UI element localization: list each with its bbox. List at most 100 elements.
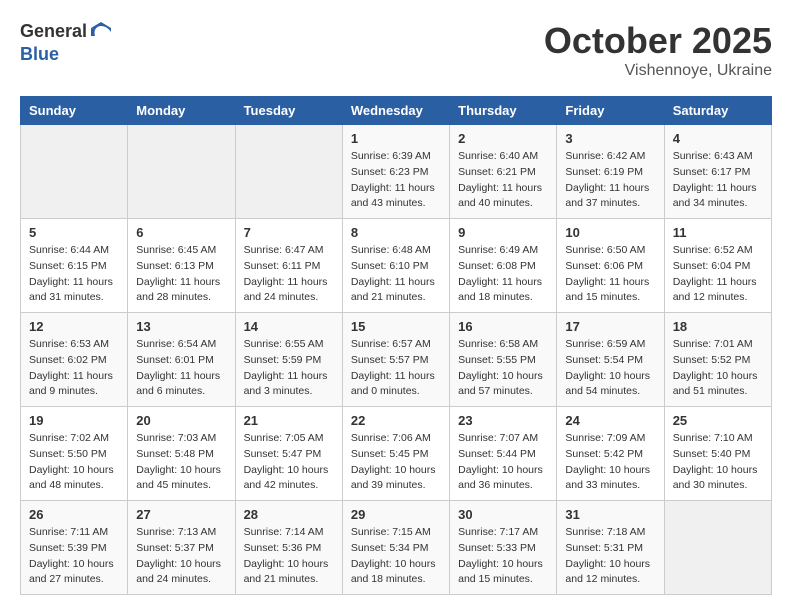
day-info: Sunrise: 6:43 AM Sunset: 6:17 PM Dayligh… [673, 149, 763, 212]
day-info: Sunrise: 7:10 AM Sunset: 5:40 PM Dayligh… [673, 431, 763, 494]
calendar-day-cell: 29Sunrise: 7:15 AM Sunset: 5:34 PM Dayli… [342, 501, 449, 595]
day-info: Sunrise: 7:07 AM Sunset: 5:44 PM Dayligh… [458, 431, 548, 494]
calendar-weekday-header: Monday [128, 97, 235, 125]
day-number: 23 [458, 413, 548, 428]
day-number: 31 [565, 507, 655, 522]
day-number: 8 [351, 225, 441, 240]
calendar-day-cell: 15 Sunrise: 6:57 AM Sunset: 5:57 PM Dayli… [342, 313, 449, 407]
day-info: Sunrise: 6:53 AM Sunset: 6:02 PM Dayligh… [29, 337, 119, 400]
day-info: Sunrise: 7:18 AM Sunset: 5:31 PM Dayligh… [565, 525, 655, 588]
day-number: 16 [458, 319, 548, 334]
calendar-week-row: 1Sunrise: 6:39 AM Sunset: 6:23 PM Daylig… [21, 125, 772, 219]
day-number: 12 [29, 319, 119, 334]
logo-icon [89, 20, 113, 44]
calendar-week-row: 26 Sunrise: 7:11 AM Sunset: 5:39 PM Dayli… [21, 501, 772, 595]
day-number: 17 [565, 319, 655, 334]
day-info: Sunrise: 7:15 AM Sunset: 5:34 PM Dayligh… [351, 525, 441, 588]
calendar-day-cell: 18 Sunrise: 7:01 AM Sunset: 5:52 PM Dayli… [664, 313, 771, 407]
day-number: 11 [673, 225, 763, 240]
day-number: 15 [351, 319, 441, 334]
day-number: 18 [673, 319, 763, 334]
calendar-day-cell: 2 Sunrise: 6:40 AM Sunset: 6:21 PM Daylig… [450, 125, 557, 219]
day-info: Sunrise: 7:13 AM Sunset: 5:37 PM Dayligh… [136, 525, 226, 588]
day-number: 10 [565, 225, 655, 240]
day-info: Sunrise: 7:02 AM Sunset: 5:50 PM Dayligh… [29, 431, 119, 494]
calendar-day-cell: 22Sunrise: 7:06 AM Sunset: 5:45 PM Dayli… [342, 407, 449, 501]
day-info: Sunrise: 6:45 AM Sunset: 6:13 PM Dayligh… [136, 243, 226, 306]
day-info: Sunrise: 7:05 AM Sunset: 5:47 PM Dayligh… [244, 431, 334, 494]
logo: General Blue [20, 20, 113, 66]
calendar-day-cell [235, 125, 342, 219]
day-info: Sunrise: 6:49 AM Sunset: 6:08 PM Dayligh… [458, 243, 548, 306]
calendar-day-cell: 28Sunrise: 7:14 AM Sunset: 5:36 PM Dayli… [235, 501, 342, 595]
calendar-day-cell: 17 Sunrise: 6:59 AM Sunset: 5:54 PM Dayli… [557, 313, 664, 407]
day-info: Sunrise: 7:06 AM Sunset: 5:45 PM Dayligh… [351, 431, 441, 494]
logo-general-text: General [20, 21, 87, 43]
day-number: 27 [136, 507, 226, 522]
calendar-day-cell: 1Sunrise: 6:39 AM Sunset: 6:23 PM Daylig… [342, 125, 449, 219]
calendar-weekday-header: Friday [557, 97, 664, 125]
calendar-week-row: 12 Sunrise: 6:53 AM Sunset: 6:02 PM Dayli… [21, 313, 772, 407]
day-number: 9 [458, 225, 548, 240]
calendar-day-cell: 21 Sunrise: 7:05 AM Sunset: 5:47 PM Dayli… [235, 407, 342, 501]
day-number: 5 [29, 225, 119, 240]
day-info: Sunrise: 7:01 AM Sunset: 5:52 PM Dayligh… [673, 337, 763, 400]
calendar-day-cell: 26 Sunrise: 7:11 AM Sunset: 5:39 PM Dayli… [21, 501, 128, 595]
calendar-weekday-header: Saturday [664, 97, 771, 125]
calendar-day-cell: 10 Sunrise: 6:50 AM Sunset: 6:06 PM Dayli… [557, 219, 664, 313]
calendar-day-cell: 6 Sunrise: 6:45 AM Sunset: 6:13 PM Daylig… [128, 219, 235, 313]
calendar-day-cell: 13 Sunrise: 6:54 AM Sunset: 6:01 PM Dayli… [128, 313, 235, 407]
calendar-week-row: 19 Sunrise: 7:02 AM Sunset: 5:50 PM Dayli… [21, 407, 772, 501]
day-number: 3 [565, 131, 655, 146]
day-number: 13 [136, 319, 226, 334]
calendar-day-cell: 23 Sunrise: 7:07 AM Sunset: 5:44 PM Dayli… [450, 407, 557, 501]
logo-blue-text: Blue [20, 44, 113, 66]
calendar-day-cell: 12 Sunrise: 6:53 AM Sunset: 6:02 PM Dayli… [21, 313, 128, 407]
calendar-day-cell [664, 501, 771, 595]
day-info: Sunrise: 6:58 AM Sunset: 5:55 PM Dayligh… [458, 337, 548, 400]
day-number: 6 [136, 225, 226, 240]
day-number: 19 [29, 413, 119, 428]
calendar-weekday-header: Tuesday [235, 97, 342, 125]
title-section: October 2025 Vishennoye, Ukraine [544, 20, 772, 80]
day-info: Sunrise: 7:09 AM Sunset: 5:42 PM Dayligh… [565, 431, 655, 494]
day-info: Sunrise: 6:50 AM Sunset: 6:06 PM Dayligh… [565, 243, 655, 306]
calendar-day-cell: 4 Sunrise: 6:43 AM Sunset: 6:17 PM Daylig… [664, 125, 771, 219]
calendar-weekday-header: Thursday [450, 97, 557, 125]
day-number: 21 [244, 413, 334, 428]
day-number: 14 [244, 319, 334, 334]
day-info: Sunrise: 7:17 AM Sunset: 5:33 PM Dayligh… [458, 525, 548, 588]
calendar-day-cell: 7Sunrise: 6:47 AM Sunset: 6:11 PM Daylig… [235, 219, 342, 313]
day-number: 4 [673, 131, 763, 146]
day-info: Sunrise: 6:47 AM Sunset: 6:11 PM Dayligh… [244, 243, 334, 306]
day-info: Sunrise: 6:54 AM Sunset: 6:01 PM Dayligh… [136, 337, 226, 400]
calendar-table: SundayMondayTuesdayWednesdayThursdayFrid… [20, 96, 772, 595]
calendar-day-cell: 3 Sunrise: 6:42 AM Sunset: 6:19 PM Daylig… [557, 125, 664, 219]
day-number: 28 [244, 507, 334, 522]
day-info: Sunrise: 6:52 AM Sunset: 6:04 PM Dayligh… [673, 243, 763, 306]
calendar-weekday-header: Wednesday [342, 97, 449, 125]
calendar-day-cell [21, 125, 128, 219]
page-header: General Blue October 2025 Vishennoye, Uk… [20, 20, 772, 80]
day-info: Sunrise: 6:57 AM Sunset: 5:57 PM Dayligh… [351, 337, 441, 400]
day-number: 26 [29, 507, 119, 522]
calendar-day-cell: 16 Sunrise: 6:58 AM Sunset: 5:55 PM Dayli… [450, 313, 557, 407]
calendar-day-cell: 31 Sunrise: 7:18 AM Sunset: 5:31 PM Dayli… [557, 501, 664, 595]
calendar-header-row: SundayMondayTuesdayWednesdayThursdayFrid… [21, 97, 772, 125]
calendar-day-cell: 14Sunrise: 6:55 AM Sunset: 5:59 PM Dayli… [235, 313, 342, 407]
day-number: 30 [458, 507, 548, 522]
day-number: 2 [458, 131, 548, 146]
location: Vishennoye, Ukraine [544, 62, 772, 80]
day-info: Sunrise: 6:40 AM Sunset: 6:21 PM Dayligh… [458, 149, 548, 212]
day-info: Sunrise: 7:11 AM Sunset: 5:39 PM Dayligh… [29, 525, 119, 588]
day-info: Sunrise: 6:59 AM Sunset: 5:54 PM Dayligh… [565, 337, 655, 400]
calendar-weekday-header: Sunday [21, 97, 128, 125]
calendar-day-cell: 19 Sunrise: 7:02 AM Sunset: 5:50 PM Dayli… [21, 407, 128, 501]
calendar-day-cell: 20Sunrise: 7:03 AM Sunset: 5:48 PM Dayli… [128, 407, 235, 501]
calendar-day-cell [128, 125, 235, 219]
calendar-day-cell: 5Sunrise: 6:44 AM Sunset: 6:15 PM Daylig… [21, 219, 128, 313]
day-info: Sunrise: 7:03 AM Sunset: 5:48 PM Dayligh… [136, 431, 226, 494]
day-number: 24 [565, 413, 655, 428]
calendar-day-cell: 8Sunrise: 6:48 AM Sunset: 6:10 PM Daylig… [342, 219, 449, 313]
day-info: Sunrise: 6:42 AM Sunset: 6:19 PM Dayligh… [565, 149, 655, 212]
